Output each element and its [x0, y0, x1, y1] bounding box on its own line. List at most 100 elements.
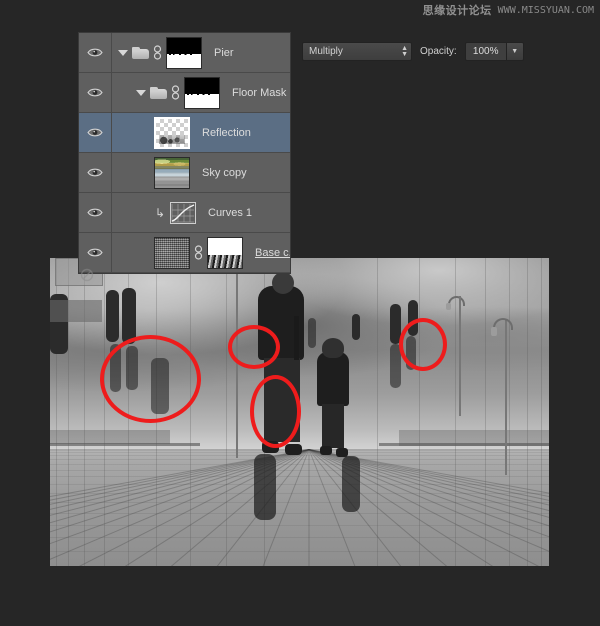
chevron-down-icon: ▼	[401, 52, 408, 57]
layer-row-content: Floor Mask	[112, 73, 290, 112]
reflection-circle-center-top	[228, 325, 280, 369]
layer-row-curves-1[interactable]: ↳ Curves 1	[79, 193, 290, 233]
layer-options-bar: Multiply ▲ ▼ Opacity: 100% ▼	[302, 41, 524, 62]
layer-thumbnail[interactable]	[154, 117, 190, 149]
child-figure-head	[322, 338, 344, 358]
layer-visibility-toggle[interactable]	[79, 113, 112, 152]
link-icon[interactable]	[194, 245, 203, 260]
deck-cross-plank	[50, 502, 549, 503]
layer-row-reflection[interactable]: Reflection	[79, 113, 290, 153]
layer-row-pier[interactable]: Pier	[79, 33, 290, 73]
deck-cross-plank	[50, 513, 549, 514]
layers-panel[interactable]: Pier Floor Mask Reflection Sky copy ↳ Curves …	[78, 32, 291, 274]
folder-icon	[150, 87, 167, 99]
eye-icon	[87, 167, 103, 178]
deck-cross-plank	[50, 537, 549, 538]
pier-building-left	[50, 300, 102, 322]
layer-visibility-toggle[interactable]	[79, 193, 112, 232]
watermark-cn-text: 思缘设计论坛	[423, 2, 492, 18]
link-icon[interactable]	[171, 85, 180, 100]
distant-figure-4	[352, 314, 360, 340]
layer-row-content: Pier	[112, 33, 290, 72]
layer-row-base-c[interactable]: Base c...	[79, 233, 290, 273]
layer-visibility-toggle[interactable]	[79, 33, 112, 72]
railing-cable	[485, 258, 486, 566]
layer-visibility-toggle[interactable]	[79, 233, 112, 272]
adult-figure-arm	[294, 316, 299, 360]
layer-row-content: Base c...	[112, 233, 290, 272]
chevron-down-icon[interactable]	[118, 50, 128, 56]
deck-cross-plank	[50, 493, 549, 494]
eye-icon	[87, 127, 103, 138]
child-figure-foot-left	[320, 446, 332, 455]
railing-cable	[190, 258, 191, 566]
railing-cable	[226, 258, 227, 566]
reflection-child	[342, 456, 360, 512]
layer-thumbnail[interactable]	[184, 77, 220, 109]
railing-cable	[104, 258, 105, 566]
reflection-circle-left	[100, 335, 201, 423]
curves-adjustment-icon[interactable]	[170, 202, 196, 224]
lamp-bulb-mid	[446, 303, 451, 310]
deck-cross-plank	[50, 484, 549, 485]
app-screenshot: 思缘设计论坛 WWW.MISSYUAN.COM Multiply ▲ ▼ Opa…	[0, 0, 600, 626]
reflection-figure-6	[308, 318, 316, 348]
adult-figure-head	[272, 272, 294, 294]
distant-figure-1	[106, 290, 119, 342]
chevron-down-icon[interactable]	[136, 90, 146, 96]
folder-icon	[132, 47, 149, 59]
layer-name-label[interactable]: Floor Mask	[232, 87, 286, 99]
opacity-label: Opacity:	[420, 46, 457, 57]
opacity-dropdown-arrow-icon[interactable]: ▼	[507, 42, 524, 61]
clipping-mask-arrow-icon: ↳	[154, 207, 166, 219]
panel-corner-icon	[79, 268, 97, 282]
child-figure-body	[317, 352, 349, 406]
layer-visibility-toggle[interactable]	[79, 153, 112, 192]
deck-cross-plank	[50, 476, 549, 477]
watermark: 思缘设计论坛 WWW.MISSYUAN.COM	[423, 2, 594, 18]
railing-cable	[527, 258, 528, 566]
layer-row-sky-copy[interactable]: Sky copy	[79, 153, 290, 193]
blend-mode-value: Multiply	[309, 46, 343, 57]
child-figure-legs	[322, 404, 344, 448]
layer-row-content: Reflection	[112, 113, 290, 152]
layer-name-label[interactable]: Reflection	[202, 127, 251, 139]
deck-cross-plank	[50, 470, 549, 471]
railing-cable	[541, 258, 542, 566]
layer-row-content: Sky copy	[112, 153, 290, 192]
eye-icon	[87, 247, 103, 258]
railing-cable	[509, 258, 510, 566]
layer-thumbnail[interactable]	[154, 237, 190, 269]
deck-cross-plank	[50, 525, 549, 526]
distant-figure-2	[122, 288, 136, 344]
layer-name-label[interactable]: Sky copy	[202, 167, 247, 179]
deck-cross-plank	[50, 455, 549, 456]
eye-icon	[87, 87, 103, 98]
lamp-pole-mid	[459, 296, 461, 416]
opacity-input[interactable]: 100%	[465, 42, 507, 61]
layer-name-label[interactable]: Pier	[214, 47, 234, 59]
layer-name-label[interactable]: Curves 1	[208, 207, 252, 219]
lamp-pole-right	[505, 320, 507, 475]
layer-visibility-toggle[interactable]	[79, 73, 112, 112]
reflection-circle-center-low	[250, 375, 301, 448]
reflection-adult	[254, 454, 276, 520]
chevron-updown-icon[interactable]: ▲ ▼	[401, 46, 408, 57]
eye-icon	[87, 47, 103, 58]
layer-row-content: ↳ Curves 1	[112, 193, 290, 232]
lamp-bulb-right	[491, 327, 497, 336]
watermark-en-text: WWW.MISSYUAN.COM	[498, 5, 594, 16]
adult-figure-foot-right	[285, 444, 302, 455]
layer-mask-thumbnail[interactable]	[207, 237, 243, 269]
layer-thumbnail[interactable]	[166, 37, 202, 69]
layer-row-floor-mask[interactable]: Floor Mask	[79, 73, 290, 113]
link-icon[interactable]	[153, 45, 162, 60]
railing-cable	[419, 258, 420, 566]
layer-thumbnail[interactable]	[154, 157, 190, 189]
deck-cross-plank	[50, 551, 549, 552]
layer-name-label[interactable]: Base c...	[255, 247, 290, 259]
deck-cross-plank	[50, 459, 549, 460]
reflection-circle-right	[399, 318, 447, 371]
deck-cross-plank	[50, 464, 549, 465]
blend-mode-select[interactable]: Multiply ▲ ▼	[302, 42, 412, 61]
